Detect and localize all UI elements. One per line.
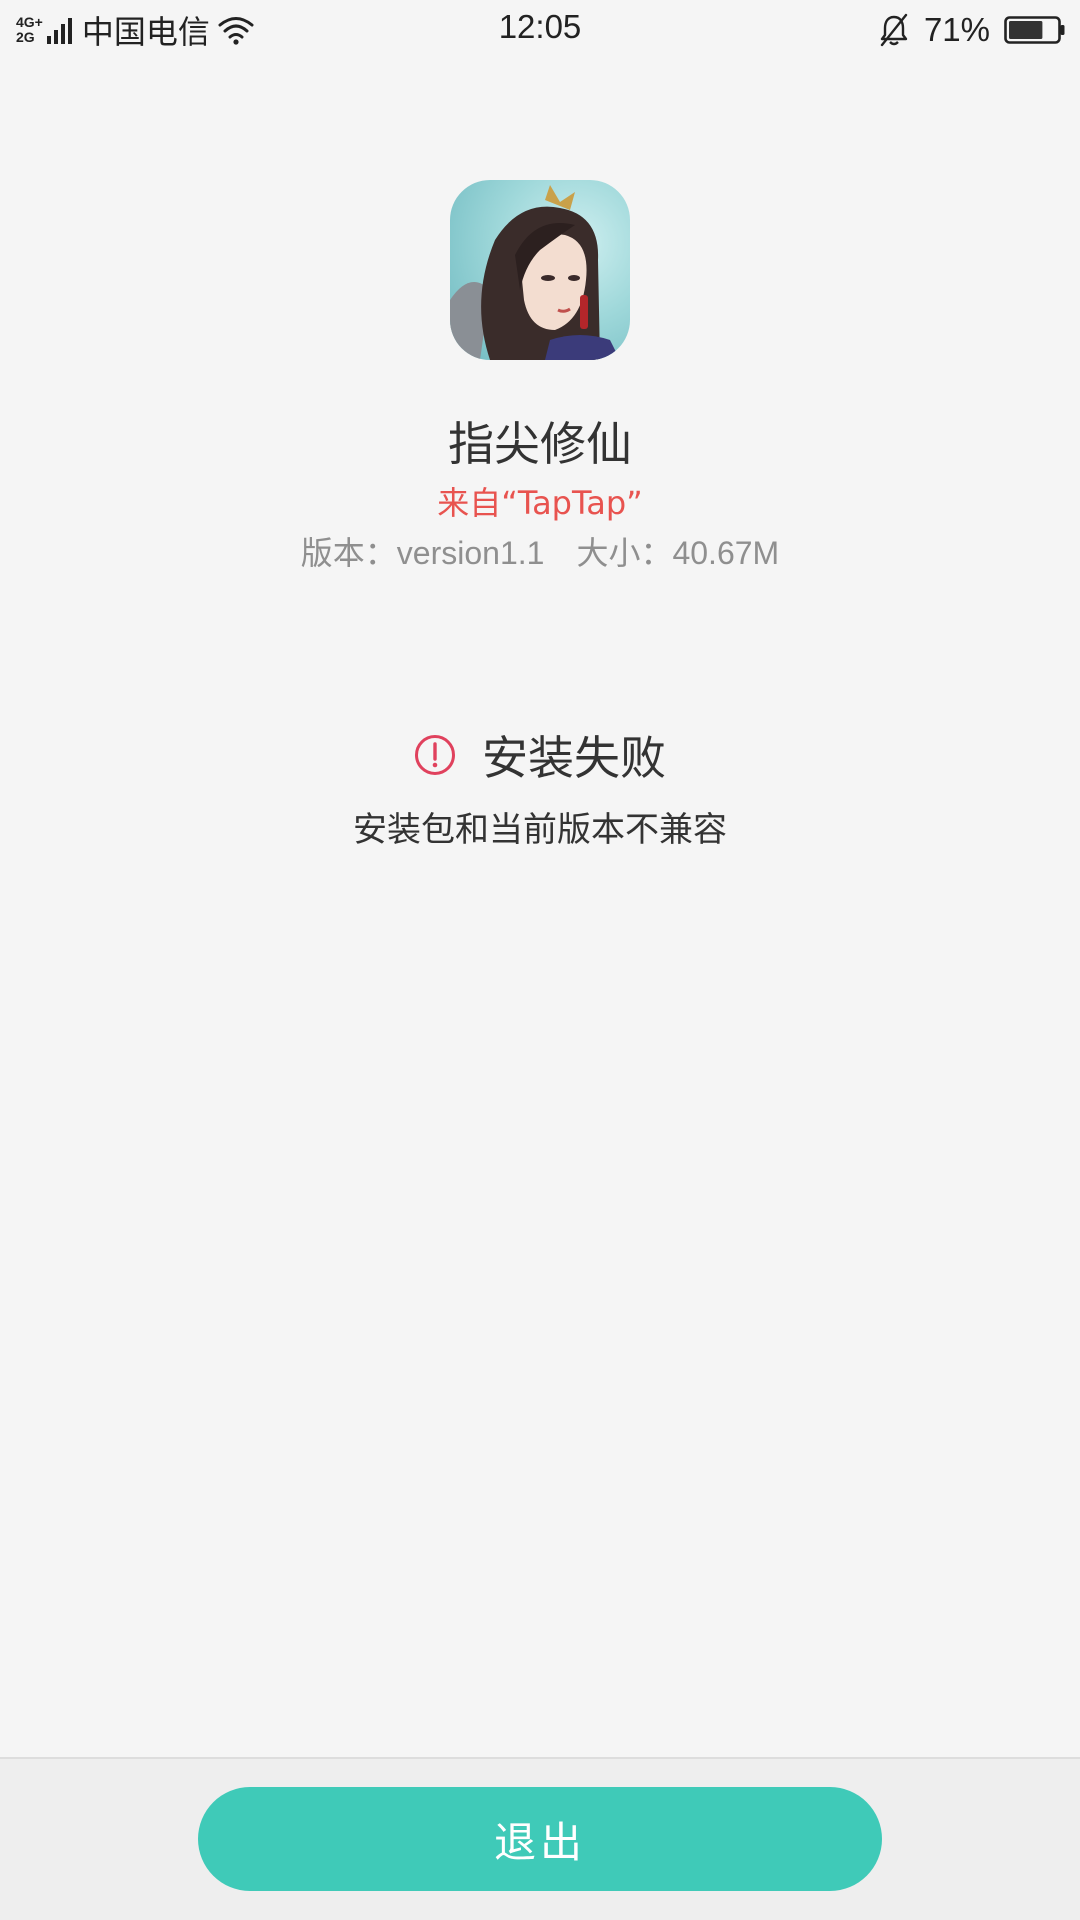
battery-percent: 71% <box>923 11 990 48</box>
exit-button[interactable]: 退出 <box>198 1787 882 1891</box>
app-version: 版本：version1.1 <box>300 535 545 571</box>
result-title: 安装失败 <box>482 731 666 785</box>
status-bar: 4G+ 2G 中国电信 12:05 71% <box>0 0 1080 60</box>
app-source: 来自“TapTap” <box>437 484 643 522</box>
battery-icon <box>1004 16 1065 44</box>
battery-fill <box>1009 21 1043 39</box>
status-right: 71% <box>878 8 1066 52</box>
app-size: 大小：40.67M <box>576 535 780 571</box>
bottom-bar: 退出 <box>0 1757 1080 1920</box>
app-name: 指尖修仙 <box>448 417 632 471</box>
app-meta: 版本：version1.1 大小：40.67M <box>0 528 1080 574</box>
app-icon-art <box>450 185 620 360</box>
error-icon <box>415 735 455 775</box>
result-header: 安装失败 <box>0 722 1080 788</box>
result-message: 安装包和当前版本不兼容 <box>353 810 727 850</box>
app-icon <box>450 180 630 360</box>
bell-off-icon <box>880 13 908 47</box>
install-result-screen: 4G+ 2G 中国电信 12:05 71% 指尖修仙 来自“TapTap” 版本… <box>0 0 1080 1920</box>
